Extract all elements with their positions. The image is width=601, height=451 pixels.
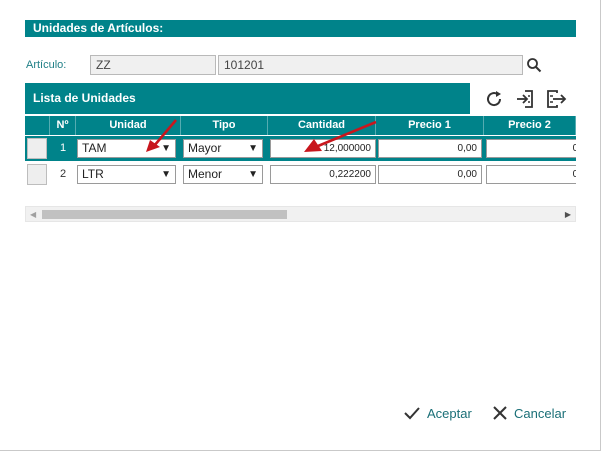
article-number-field[interactable]: 101201: [218, 55, 523, 75]
tipo-select[interactable]: Mayor ▼: [183, 139, 263, 158]
article-label: Artículo:: [26, 59, 67, 71]
unidad-value: LTR: [82, 167, 104, 181]
import-icon[interactable]: [514, 88, 536, 110]
scroll-right-icon[interactable]: ▶: [565, 210, 571, 219]
accept-button[interactable]: Aceptar: [403, 403, 472, 423]
dropdown-arrow-icon: ▼: [248, 143, 258, 154]
unidad-value: TAM: [82, 141, 107, 155]
precio2-input[interactable]: 0,: [486, 165, 576, 184]
precio1-input[interactable]: 0,00: [378, 139, 482, 158]
cancel-label: Cancelar: [514, 405, 567, 421]
accept-label: Aceptar: [427, 405, 472, 421]
tipo-select[interactable]: Menor ▼: [183, 165, 263, 184]
export-icon[interactable]: [545, 88, 567, 110]
row-select-handle[interactable]: [27, 164, 47, 185]
horizontal-scrollbar[interactable]: ◀ ▶: [25, 206, 576, 222]
unidad-select[interactable]: TAM ▼: [77, 139, 176, 158]
tipo-value: Mayor: [188, 141, 222, 155]
units-list-header: Lista de Unidades: [25, 83, 473, 114]
cancel-button[interactable]: Cancelar: [492, 403, 566, 423]
header-cantidad[interactable]: Cantidad: [268, 116, 376, 135]
header-num[interactable]: Nº: [50, 116, 76, 135]
header-tipo[interactable]: Tipo: [181, 116, 268, 135]
units-dialog: Unidades de Artículos: Artículo: ZZ 1012…: [0, 0, 601, 451]
cantidad-input[interactable]: 12,000000: [270, 139, 376, 158]
grid-header: Nº Unidad Tipo Cantidad Precio 1 Precio …: [25, 116, 576, 135]
precio2-input[interactable]: 0,: [486, 139, 576, 158]
dropdown-arrow-icon: ▼: [248, 169, 258, 180]
table-row[interactable]: 1 TAM ▼ Mayor ▼ 12,000000 0,00 0,: [25, 136, 576, 161]
article-code-field[interactable]: ZZ: [90, 55, 216, 75]
header-select: [25, 116, 50, 135]
precio1-input[interactable]: 0,00: [378, 165, 482, 184]
header-precio2[interactable]: Precio 2: [484, 116, 576, 135]
dialog-title: Unidades de Artículos:: [25, 20, 576, 37]
close-icon: [493, 406, 507, 420]
units-grid: Nº Unidad Tipo Cantidad Precio 1 Precio …: [25, 116, 576, 188]
header-unidad[interactable]: Unidad: [76, 116, 181, 135]
table-row[interactable]: 2 LTR ▼ Menor ▼ 0,222200 0,00 0,: [25, 162, 576, 187]
scroll-left-icon[interactable]: ◀: [30, 210, 36, 219]
unidad-select[interactable]: LTR ▼: [77, 165, 176, 184]
check-icon: [404, 407, 420, 420]
row-number: 1: [59, 142, 67, 154]
tipo-value: Menor: [188, 167, 223, 181]
dropdown-arrow-icon: ▼: [161, 143, 171, 154]
scrollbar-thumb[interactable]: [42, 210, 287, 219]
refresh-icon[interactable]: [483, 88, 505, 110]
row-number: 2: [59, 168, 67, 180]
header-precio1[interactable]: Precio 1: [376, 116, 484, 135]
dropdown-arrow-icon: ▼: [161, 169, 171, 180]
search-icon[interactable]: [526, 57, 542, 73]
cantidad-input[interactable]: 0,222200: [270, 165, 376, 184]
row-select-handle[interactable]: [27, 138, 47, 159]
